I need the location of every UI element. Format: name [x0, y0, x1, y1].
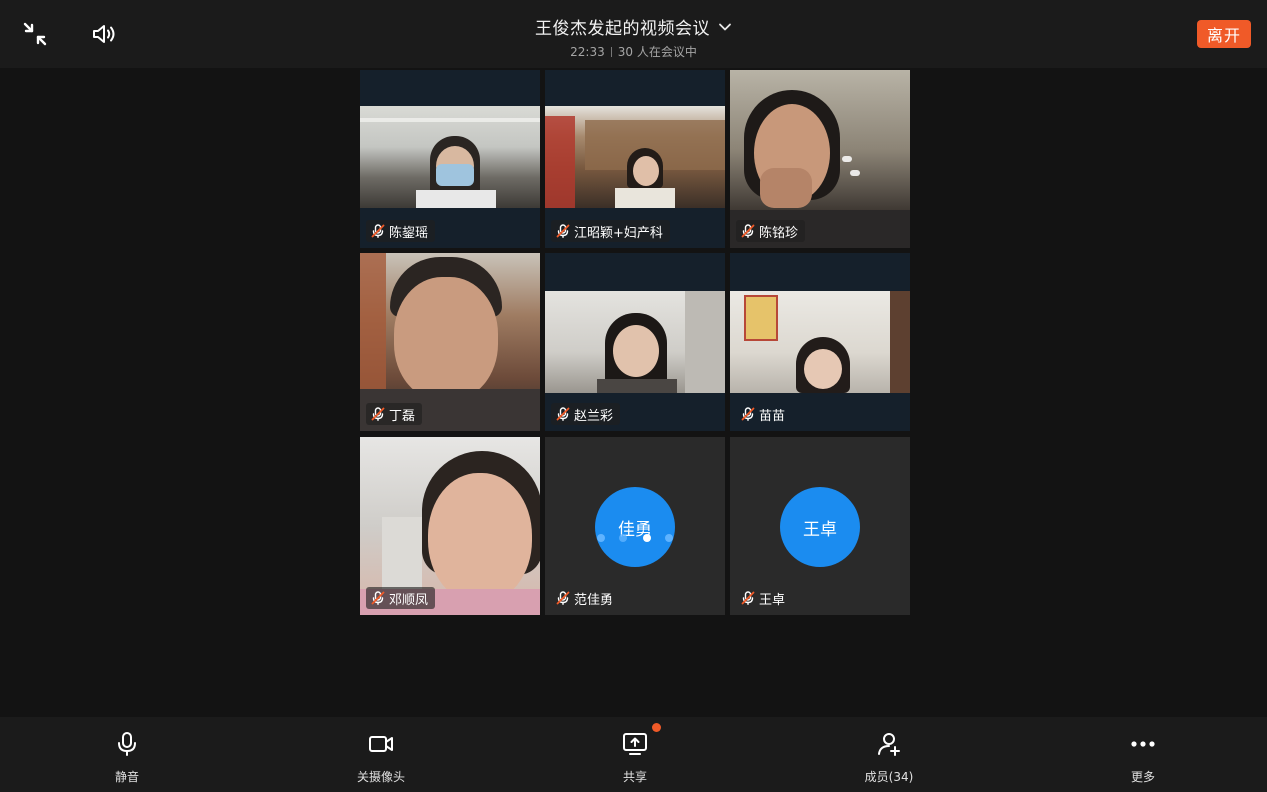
participant-tile[interactable]: 佳勇 范佳勇 — [545, 437, 725, 615]
participant-name-tag: 陈铭珍 — [736, 220, 806, 242]
members-label: 成员(34) — [864, 770, 914, 784]
video-feed — [730, 291, 910, 393]
video-feed — [360, 106, 540, 208]
mic-muted-icon — [371, 591, 385, 605]
mic-muted-icon — [556, 591, 570, 605]
share-screen-icon — [585, 723, 685, 759]
meeting-title: 王俊杰发起的视频会议 — [535, 19, 710, 39]
participant-tile[interactable]: 赵兰彩 — [545, 253, 725, 431]
share-button[interactable]: 共享 — [585, 723, 685, 785]
video-feed — [545, 291, 725, 393]
mic-muted-icon — [741, 224, 755, 238]
more-icon — [1093, 729, 1193, 759]
add-member-icon — [839, 729, 939, 759]
participant-avatar: 佳勇 — [595, 487, 675, 567]
more-label: 更多 — [1130, 770, 1155, 784]
participant-name: 范佳勇 — [574, 592, 614, 608]
participant-name: 邓顺凤 — [389, 592, 429, 608]
camera-icon — [331, 729, 431, 759]
participant-name: 陈铭珍 — [759, 225, 799, 241]
more-button[interactable]: 更多 — [1093, 729, 1193, 785]
participant-name-tag: 王卓 — [736, 587, 792, 609]
participant-avatar: 王卓 — [780, 487, 860, 567]
participant-name-tag: 赵兰彩 — [551, 403, 621, 425]
participant-tile[interactable]: 邓顺凤 — [360, 437, 540, 615]
top-bar: 王俊杰发起的视频会议 22:33 30 人在会议中 离开 — [0, 0, 1267, 68]
mic-muted-icon — [741, 591, 755, 605]
meeting-title-dropdown[interactable]: 王俊杰发起的视频会议 — [535, 14, 732, 39]
participant-name: 王卓 — [759, 592, 786, 608]
participant-name-tag: 丁磊 — [366, 403, 423, 425]
participant-tile[interactable]: 王卓 王卓 — [730, 437, 910, 615]
mute-label: 静音 — [114, 770, 139, 784]
meeting-time: 22:33 — [570, 44, 605, 59]
participant-name: 赵兰彩 — [574, 408, 614, 424]
mic-muted-icon — [556, 224, 570, 238]
video-feed — [545, 106, 725, 208]
divider — [610, 46, 612, 57]
leave-button[interactable]: 离开 — [1197, 20, 1251, 48]
participant-name: 江昭颖+妇产科 — [574, 225, 663, 241]
camera-off-label: 关摄像头 — [356, 770, 405, 784]
members-button[interactable]: 成员(34) — [839, 729, 939, 785]
participant-name-tag: 邓顺凤 — [366, 587, 436, 609]
participant-name-tag: 陈鋆瑶 — [366, 220, 436, 242]
participant-name: 苗苗 — [759, 408, 786, 424]
bottom-toolbar: 静音 关摄像头 共享 成员(34) 更多 — [0, 717, 1267, 792]
participant-name-tag: 范佳勇 — [551, 587, 620, 609]
meeting-title-area: 王俊杰发起的视频会议 22:33 30 人在会议中 — [0, 14, 1267, 60]
chevron-down-icon — [718, 20, 732, 34]
participant-name: 陈鋆瑶 — [389, 225, 429, 241]
participant-tile[interactable]: 江昭颖+妇产科 — [545, 70, 725, 248]
meeting-status: 22:33 30 人在会议中 — [0, 43, 1267, 60]
mic-muted-icon — [371, 224, 385, 238]
participant-name-tag: 江昭颖+妇产科 — [551, 220, 670, 242]
speaking-indicator — [595, 534, 675, 542]
microphone-icon — [77, 729, 177, 759]
participant-tile[interactable]: 陈鋆瑶 — [360, 70, 540, 248]
participant-name-tag: 苗苗 — [736, 403, 792, 425]
camera-off-button[interactable]: 关摄像头 — [331, 729, 431, 785]
participant-count: 30 人在会议中 — [617, 45, 697, 59]
meeting-window: 王俊杰发起的视频会议 22:33 30 人在会议中 离开 陈鋆瑶 江昭颖+妇产科… — [0, 0, 1267, 792]
participant-tile[interactable]: 苗苗 — [730, 253, 910, 431]
avatar-initials: 王卓 — [803, 519, 837, 540]
participant-tile[interactable]: 丁磊 — [360, 253, 540, 431]
share-label: 共享 — [622, 770, 647, 784]
mute-button[interactable]: 静音 — [77, 729, 177, 785]
mic-muted-icon — [556, 407, 570, 421]
participant-name: 丁磊 — [389, 408, 416, 424]
video-grid: 陈鋆瑶 江昭颖+妇产科 陈铭珍 丁磊 赵兰彩 苗苗 邓顺凤 佳勇 范佳勇 王卓 … — [360, 70, 912, 618]
participant-tile[interactable]: 陈铭珍 — [730, 70, 910, 248]
mic-muted-icon — [371, 407, 385, 421]
notification-dot — [652, 723, 661, 732]
mic-muted-icon — [741, 407, 755, 421]
